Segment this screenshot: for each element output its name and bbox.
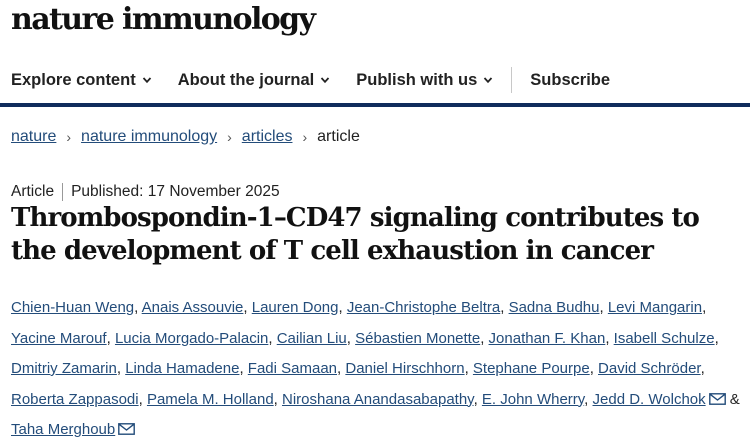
nav-item-label: Publish with us [356,70,478,89]
author-separator: , [138,390,143,408]
author-separator: , [464,360,469,377]
meta-divider [62,183,64,201]
author-link[interactable]: Jean-Christophe Beltra [347,299,500,316]
author-separator: , [584,390,589,408]
chevron-down-icon [321,77,330,84]
author-link[interactable]: Chien-Huan Weng [11,299,134,316]
author-link[interactable]: Isabell Schulze [614,330,715,347]
main-nav: Explore content About the journal Publis… [0,56,750,104]
subscribe-label: Subscribe [530,70,611,89]
breadcrumb-separator: › [66,129,72,145]
article-title: Thrombospondin-1–CD47 signaling contribu… [11,203,700,266]
author-link[interactable]: Niroshana Anandasabapathy [282,391,474,408]
author-separator: , [268,329,273,347]
header: nature immunology [0,0,750,50]
author-link[interactable]: Linda Hamadene [125,360,239,377]
author-link[interactable]: E. John Wherry [482,391,584,408]
nav-about-the-journal[interactable]: About the journal [178,71,331,90]
author-separator: , [702,299,707,316]
author-joiner: & [729,390,740,408]
breadcrumb-current: article [317,128,360,145]
nav-publish-with-us[interactable]: Publish with us [356,71,493,90]
chevron-down-icon [142,77,151,84]
breadcrumb: nature › nature immunology › articles › … [11,128,360,146]
author-separator: , [106,329,111,347]
author-separator: , [480,329,485,347]
subscribe-link[interactable]: Subscribe [530,71,610,90]
journal-logo[interactable]: nature immunology [11,2,316,37]
author-link[interactable]: Yacine Marouf [11,330,107,347]
chevron-down-icon [484,77,493,84]
breadcrumb-separator: › [227,129,232,145]
author-separator: , [346,329,351,347]
author-separator: , [116,360,122,377]
breadcrumb-nature-immunology[interactable]: nature immunology [81,128,217,146]
author-link[interactable]: Taha Merghoub [11,421,115,438]
author-link[interactable]: Lucia Morgado-Palacin [115,330,268,347]
author-separator: , [134,299,139,316]
author-separator: , [473,390,478,408]
author-separator: , [239,360,244,377]
author-link[interactable]: Pamela M. Holland [147,391,274,408]
mail-icon[interactable] [708,392,726,405]
author-link[interactable]: Sébastien Monette [355,330,480,347]
author-separator: , [500,299,505,316]
nav-item-label: About the journal [177,70,315,89]
mail-icon[interactable] [118,423,136,435]
author-link[interactable]: Cailian Liu [277,330,347,347]
author-link[interactable]: Fadi Samaan [248,360,337,377]
nav-item-label: Explore content [11,70,136,89]
article-meta: Article Published: 17 November 2025 [11,183,280,201]
breadcrumb-separator: › [302,129,308,145]
author-separator: , [338,299,343,316]
author-link[interactable]: Anais Assouvie [142,299,244,316]
author-list: Chien-Huan Weng, Anais Assouvie, Lauren … [11,293,746,446]
author-link[interactable]: Roberta Zappasodi [11,391,139,408]
author-link[interactable]: Jedd D. Wolchok [593,391,706,408]
author-separator: , [700,360,705,377]
author-separator: , [714,329,719,347]
author-separator: , [599,299,604,316]
author-separator: , [337,360,342,377]
published-date: Published: 17 November 2025 [71,183,280,200]
author-link[interactable]: Lauren Dong [252,299,339,316]
author-link[interactable]: Daniel Hirschhorn [345,360,464,377]
author-separator: , [589,360,594,377]
author-separator: , [273,390,278,408]
breadcrumb-nature[interactable]: nature [11,128,56,146]
nav-underline [0,103,750,107]
author-link[interactable]: David Schröder [598,360,701,377]
breadcrumb-articles[interactable]: articles [242,128,293,146]
nav-explore-content[interactable]: Explore content [11,71,152,90]
nav-divider [511,67,513,93]
author-link[interactable]: Sadna Budhu [509,299,600,316]
author-separator: , [605,329,610,347]
author-separator: , [243,299,248,316]
author-link[interactable]: Stephane Pourpe [473,360,590,377]
author-link[interactable]: Levi Mangarin [608,299,702,316]
article-type: Article [11,183,55,200]
author-link[interactable]: Dmitriy Zamarin [11,360,117,377]
author-link[interactable]: Jonathan F. Khan [489,330,606,347]
